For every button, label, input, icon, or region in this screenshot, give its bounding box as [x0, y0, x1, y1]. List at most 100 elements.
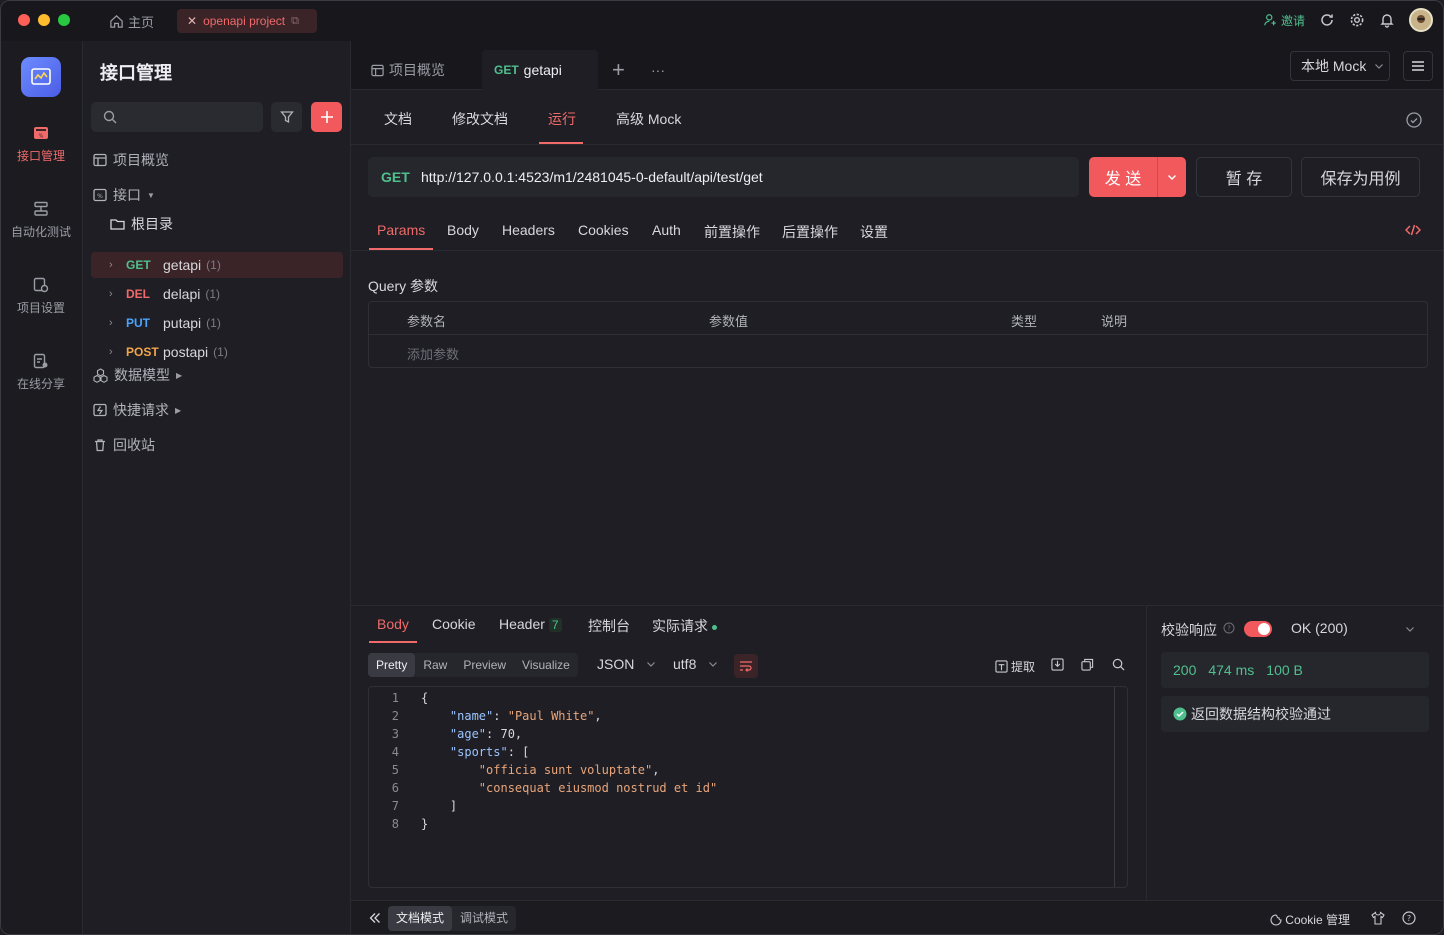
encoding-select[interactable]: utf8 — [673, 656, 718, 672]
subtab-advanced-mock[interactable]: 高级 Mock — [616, 109, 681, 129]
add-button[interactable] — [311, 102, 342, 132]
chevron-right-icon[interactable]: › — [109, 288, 119, 300]
subtab-run[interactable]: 运行 — [548, 109, 576, 129]
history-icon[interactable] — [1405, 111, 1423, 129]
tab-overview[interactable]: 项目概览 — [371, 50, 445, 90]
sidebar-item-data-model[interactable]: 数据模型 ▶ — [93, 362, 182, 388]
external-link-icon[interactable]: ⧉ — [291, 15, 299, 28]
add-param-input[interactable]: 添加参数 — [407, 344, 459, 363]
save-draft-button[interactable]: 暂 存 — [1196, 157, 1292, 197]
request-url[interactable]: http://127.0.0.1:4523/m1/2481045-0-defau… — [421, 169, 763, 185]
code-line: "age": 70, — [449, 727, 523, 741]
rtab-console[interactable]: 控制台 — [588, 616, 630, 636]
ptab-settings[interactable]: 设置 — [860, 222, 888, 242]
save-as-case-button[interactable]: 保存为用例 — [1301, 157, 1420, 197]
chevron-down-icon[interactable] — [1158, 172, 1186, 182]
ptab-params[interactable]: Params — [377, 222, 425, 238]
extract-button[interactable]: 提取 — [995, 658, 1035, 675]
api-folder-icon: % — [32, 124, 50, 142]
chevron-right-icon[interactable]: › — [109, 346, 119, 358]
ptab-pre-ops[interactable]: 前置操作 — [704, 222, 760, 242]
tab-label: 项目概览 — [389, 62, 445, 78]
shirt-icon[interactable] — [1371, 911, 1385, 925]
sidebar-item-quick-request[interactable]: 快捷请求 ▶ — [93, 397, 181, 423]
encoding-label: utf8 — [673, 656, 697, 672]
help-circle-icon[interactable]: ? — [1402, 911, 1416, 925]
debug-mode-button[interactable]: 调试模式 — [452, 906, 516, 931]
rtab-actual-request[interactable]: 实际请求 — [652, 616, 717, 636]
subtab-doc[interactable]: 文档 — [384, 109, 412, 129]
ptab-headers[interactable]: Headers — [502, 222, 555, 238]
wrap-lines-button[interactable] — [734, 654, 758, 678]
check-circle-icon — [1173, 707, 1187, 721]
menu-button[interactable] — [1403, 51, 1433, 81]
invite-button[interactable]: 邀请 — [1264, 12, 1305, 29]
url-input[interactable]: GET http://127.0.0.1:4523/m1/2481045-0-d… — [368, 157, 1079, 197]
chevron-down-icon[interactable] — [1405, 624, 1415, 634]
response-size: 100 B — [1266, 662, 1303, 678]
more-tabs-button[interactable]: ··· — [651, 50, 665, 90]
sidebar-item-recycle[interactable]: 回收站 — [93, 432, 155, 458]
ptab-body[interactable]: Body — [447, 222, 479, 238]
more-icon: ··· — [651, 62, 665, 78]
user-avatar[interactable] — [1409, 8, 1433, 32]
ptab-cookies[interactable]: Cookies — [578, 222, 629, 238]
collapse-double-left-icon[interactable] — [369, 912, 381, 924]
rail-item-online-share[interactable]: 在线分享 — [1, 352, 81, 392]
chevron-right-icon[interactable]: › — [109, 259, 119, 271]
format-raw[interactable]: Raw — [415, 653, 455, 677]
settings-gear-icon[interactable] — [1349, 12, 1365, 28]
code-icon[interactable] — [1405, 224, 1421, 236]
api-row-putapi[interactable]: › PUT putapi (1) — [91, 310, 343, 336]
chevron-right-icon[interactable]: › — [109, 317, 119, 329]
response-metrics: 200 474 ms 100 B — [1161, 652, 1429, 688]
minimize-window-button[interactable] — [38, 14, 50, 26]
validate-toggle[interactable] — [1244, 621, 1272, 637]
rail-item-project-settings[interactable]: 项目设置 — [1, 276, 81, 316]
rail-item-api-management[interactable]: % 接口管理 — [1, 124, 81, 164]
app-logo — [21, 57, 61, 97]
format-visualize[interactable]: Visualize — [514, 653, 578, 677]
ptab-post-ops[interactable]: 后置操作 — [782, 222, 838, 242]
project-tab-label: openapi project — [203, 14, 286, 28]
sidebar-item-root[interactable]: 根目录 — [110, 211, 173, 237]
filter-button[interactable] — [271, 102, 302, 132]
response-type-select[interactable]: JSON — [597, 656, 656, 672]
search-icon[interactable] — [1112, 658, 1125, 671]
api-row-getapi[interactable]: › GET getapi (1) — [91, 252, 343, 278]
format-preview[interactable]: Preview — [455, 653, 514, 677]
tab-getapi[interactable]: GET getapi — [482, 50, 598, 90]
cookie-manager-label: Cookie 管理 — [1285, 913, 1350, 927]
doc-mode-button[interactable]: 文档模式 — [388, 906, 453, 931]
bell-icon[interactable] — [1379, 12, 1395, 28]
format-pretty[interactable]: Pretty — [368, 653, 416, 677]
tab-label: getapi — [523, 62, 562, 78]
close-tab-icon[interactable]: ✕ — [187, 14, 197, 28]
api-row-delapi[interactable]: › DEL delapi (1) — [91, 281, 343, 307]
maximize-window-button[interactable] — [58, 14, 70, 26]
rail-item-automation[interactable]: 自动化测试 — [1, 200, 81, 240]
send-button[interactable]: 发 送 — [1089, 157, 1186, 197]
response-code-viewer[interactable]: 1 {2 "name": "Paul White", 3 "age": 70, 4 "… — [368, 686, 1128, 888]
mock-env-select[interactable]: 本地 Mock — [1290, 51, 1390, 81]
close-window-button[interactable] — [18, 14, 30, 26]
rtab-cookie[interactable]: Cookie — [432, 616, 476, 632]
title-bar: 主页 ✕ openapi project ⧉ 邀请 — [1, 1, 1443, 41]
new-tab-button[interactable]: + — [612, 50, 625, 90]
home-tab[interactable]: 主页 — [109, 12, 154, 31]
copy-icon[interactable] — [1081, 658, 1094, 671]
sync-icon[interactable] — [1319, 12, 1335, 28]
ptab-auth[interactable]: Auth — [652, 222, 681, 238]
cookie-manager-button[interactable]: Cookie 管理 — [1270, 911, 1350, 928]
download-icon[interactable] — [1051, 658, 1064, 671]
project-tab[interactable]: ✕ openapi project ⧉ — [177, 9, 317, 33]
search-input[interactable] — [91, 102, 263, 132]
request-method[interactable]: GET — [381, 169, 421, 185]
code-scrollbar[interactable] — [1114, 687, 1115, 887]
rtab-body[interactable]: Body — [377, 616, 409, 632]
sidebar-item-api-group[interactable]: % 接口 ▼ — [93, 182, 155, 208]
line-number: 5 — [391, 763, 399, 777]
subtab-edit-doc[interactable]: 修改文档 — [452, 109, 508, 129]
sidebar-item-overview[interactable]: 项目概览 — [93, 147, 169, 173]
rtab-header[interactable]: Header 7 — [499, 616, 562, 632]
